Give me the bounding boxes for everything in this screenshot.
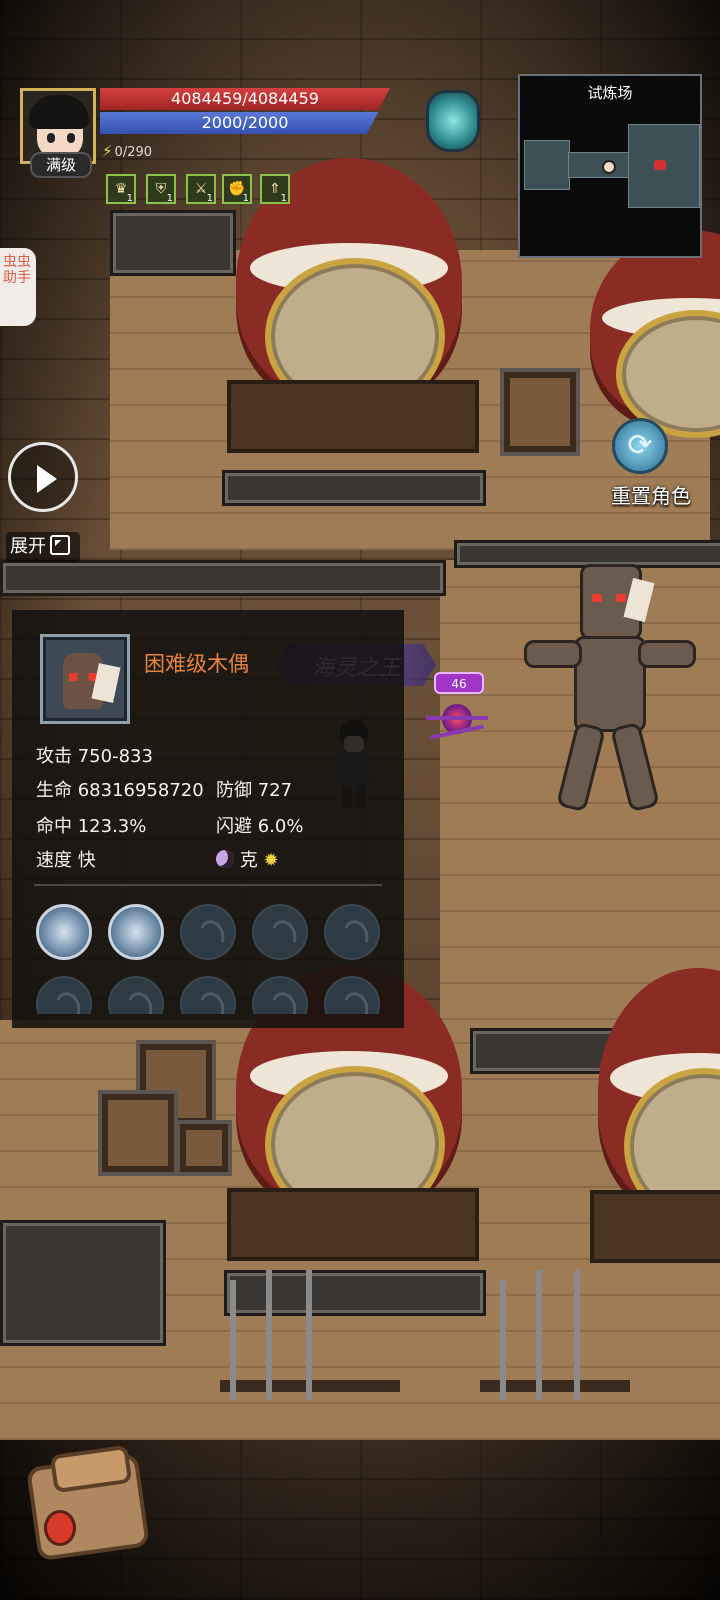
counter-label: 克 — [239, 850, 258, 871]
enemy-info-panel: 困难级木偶 攻击 750-833 生命 68316958720 防御 727 命… — [12, 610, 404, 1028]
weapon-rack — [210, 1270, 630, 1420]
wall — [0, 560, 446, 596]
empty-skill-slot-icon — [108, 976, 164, 1014]
minimap-room — [524, 140, 570, 190]
moon-icon — [216, 850, 234, 868]
enemy-portrait — [40, 634, 130, 724]
rank-up-buff-icon[interactable]: ⇑ 1 — [260, 174, 290, 204]
wooden-crate — [176, 1120, 232, 1176]
enemy-evasion: 闪避 6.0% — [216, 816, 304, 837]
expand-icon — [50, 535, 70, 555]
minimap-enemy-marker — [654, 160, 666, 170]
helper-tab-label: 虫虫助手 — [3, 254, 31, 286]
enemy-accuracy: 命中 123.3% — [36, 816, 147, 837]
mp-text: 2000/2000 — [201, 113, 289, 132]
energy-text: 0/290 — [114, 145, 153, 160]
enemy-attack: 攻击 750-833 — [36, 746, 153, 767]
empty-skill-slot-icon — [36, 976, 92, 1014]
enemy-speed: 速度 快 — [36, 850, 96, 871]
enemy-name: 困难级木偶 — [144, 652, 249, 676]
war-drum — [590, 230, 720, 438]
minimap[interactable]: 试炼场 — [518, 74, 702, 258]
portal-icon[interactable] — [426, 90, 480, 152]
purple-spider-monster[interactable] — [426, 690, 488, 754]
warrior-buff-icon[interactable]: ♛ 1 — [106, 174, 136, 204]
energy-counter: ⚡ 0/290 — [102, 142, 152, 160]
empty-skill-slot-icon — [324, 976, 380, 1014]
mace-skill-icon[interactable] — [108, 904, 164, 960]
wall — [110, 210, 236, 276]
helper-side-tab[interactable]: 虫虫助手 — [0, 248, 36, 326]
lightning-icon: ⚡ — [102, 142, 113, 160]
enemy-hp: 生命 68316958720 — [36, 780, 204, 801]
expand-label: 展开 — [10, 536, 46, 557]
empty-skill-slot-icon — [180, 976, 236, 1014]
shield-buff-icon[interactable]: ⛨ 1 — [146, 174, 176, 204]
backpack-icon[interactable] — [22, 1440, 150, 1562]
wooden-crate — [98, 1090, 178, 1176]
flower-skill-icon[interactable] — [36, 904, 92, 960]
empty-skill-slot-icon — [180, 904, 236, 960]
sun-icon: ✹ — [263, 850, 279, 871]
minimap-title: 试炼场 — [587, 84, 633, 102]
enemy-defense: 防御 727 — [216, 780, 293, 801]
muscle-buff-icon[interactable]: ✊ 1 — [222, 174, 252, 204]
empty-skill-slot-icon — [252, 904, 308, 960]
element-counter: 克 ✹ — [216, 846, 279, 872]
reset-character-button[interactable]: 重置角色 — [596, 480, 706, 509]
wall — [0, 1220, 166, 1346]
divider — [34, 884, 382, 886]
empty-skill-slot-icon — [324, 904, 380, 960]
level-badge: 满级 — [30, 152, 92, 178]
minimap-player-marker — [602, 160, 616, 174]
skill-row-2 — [12, 972, 404, 1014]
refresh-icon[interactable]: ⟳ — [612, 418, 668, 474]
hp-bar: 4084459/4084459 — [100, 88, 390, 110]
wooden-crate — [500, 368, 580, 456]
expand-button[interactable]: 展开 — [6, 532, 80, 562]
war-drum — [590, 968, 720, 1263]
minimap-corridor — [568, 152, 630, 178]
wooden-dummy-enemy[interactable] — [516, 556, 696, 826]
empty-skill-slot-icon — [252, 976, 308, 1014]
auto-play-button[interactable] — [8, 442, 78, 512]
play-icon — [37, 465, 57, 493]
hp-text: 4084459/4084459 — [171, 89, 319, 108]
crossed-swords-buff-icon[interactable]: ⚔ 1 — [186, 174, 216, 204]
wall — [222, 470, 486, 506]
mp-bar: 2000/2000 — [100, 112, 379, 134]
